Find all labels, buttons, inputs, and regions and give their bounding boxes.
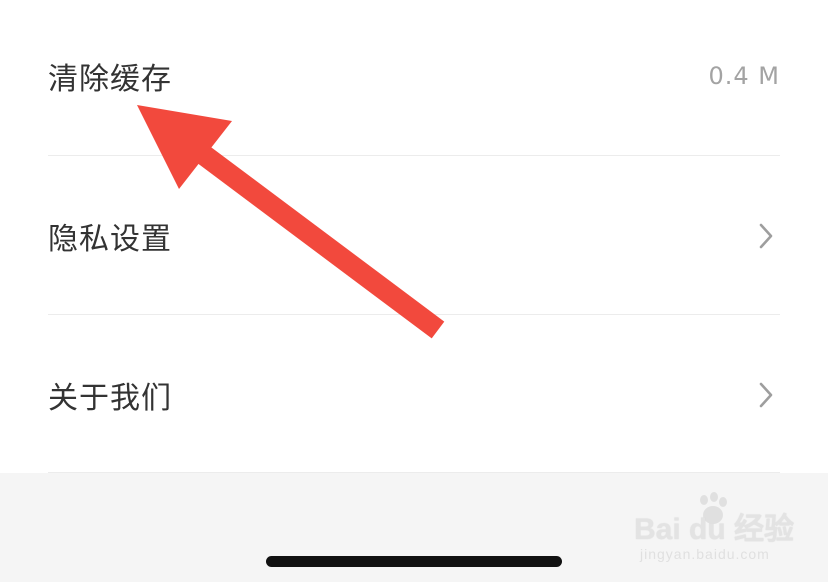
privacy-settings-label: 隐私设置 [48,222,172,257]
settings-item-clear-cache[interactable]: 清除缓存 0.4 M [48,0,780,155]
watermark-url-text: jingyan.baidu.com [640,546,770,562]
cache-size-value: 0.4 M [708,62,780,90]
row-divider [48,314,780,315]
settings-item-about-us[interactable]: 关于我们 [48,316,780,474]
baidu-jingyan-watermark: Bai du 经验 jingyan.baidu.com [634,490,814,572]
clear-cache-label: 清除缓存 [48,62,172,97]
settings-item-privacy[interactable]: 隐私设置 [48,157,780,315]
chevron-right-icon [752,222,780,250]
about-us-label: 关于我们 [48,381,172,416]
home-indicator-bar[interactable] [266,556,562,567]
watermark-logo-text: Bai du 经验 [634,513,795,546]
row-divider [48,155,780,156]
chevron-right-icon [752,381,780,409]
app-screen: 清除缓存 0.4 M 隐私设置 关于我们 Bai du 经验 jingyan.b… [0,0,828,582]
settings-list: 清除缓存 0.4 M 隐私设置 关于我们 [0,0,828,473]
